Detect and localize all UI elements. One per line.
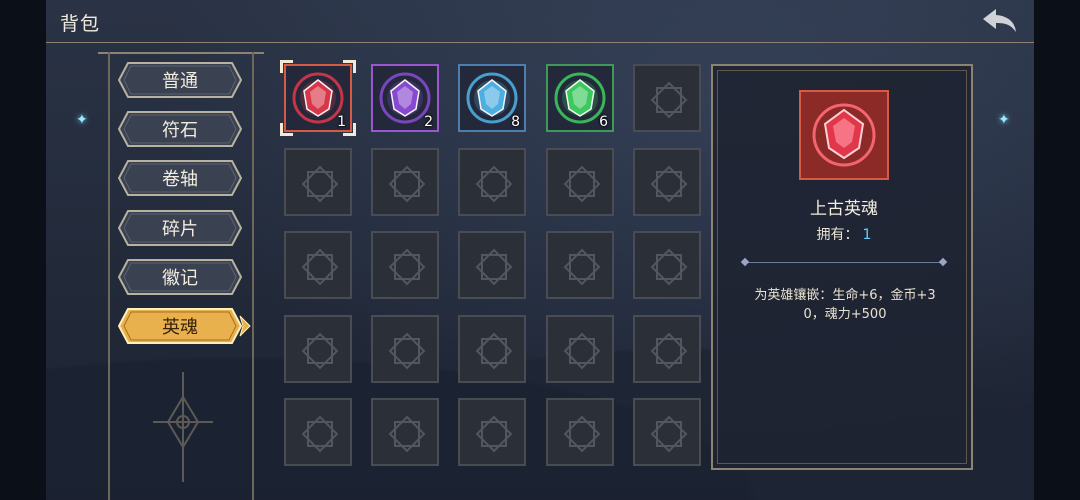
owned-value: 1 <box>862 227 872 243</box>
back-arrow-icon <box>983 9 1016 32</box>
back-button[interactable] <box>980 6 1020 36</box>
inventory-slot-item[interactable]: 8 <box>458 64 526 132</box>
inventory-slot-empty[interactable] <box>284 148 352 216</box>
sparkle-icon: ✦ <box>998 112 1010 128</box>
inventory-slot-empty[interactable] <box>546 148 614 216</box>
selection-corner <box>343 60 356 73</box>
menu-tab-label: 碎片 <box>162 219 198 240</box>
sparkle-icon: ✦ <box>76 112 88 128</box>
inventory-slot-empty[interactable] <box>633 231 701 299</box>
item-detail-panel: 上古英魂 拥有： 1 为英雄镶嵌：生命+6，金币+30，魂力+500 <box>711 64 973 470</box>
inventory-slot-empty[interactable] <box>546 231 614 299</box>
item-preview <box>799 90 889 180</box>
item-count: 6 <box>599 114 608 130</box>
divider <box>745 262 943 263</box>
menu-tab-2[interactable]: 符石 <box>118 111 242 147</box>
inventory-slot-empty[interactable] <box>371 315 439 383</box>
menu-tab-label: 普通 <box>162 71 198 92</box>
inventory-slot-empty[interactable] <box>371 148 439 216</box>
inventory-slot-empty[interactable] <box>284 315 352 383</box>
inventory-slot-empty[interactable] <box>633 315 701 383</box>
selection-corner <box>280 123 293 136</box>
owned-label: 拥有： <box>816 227 859 243</box>
item-name: 上古英魂 <box>810 199 878 219</box>
inventory-slot-empty[interactable] <box>458 315 526 383</box>
item-count: 8 <box>511 114 520 130</box>
inventory-slot-empty[interactable] <box>284 231 352 299</box>
menu-tab-label: 徽记 <box>162 268 198 289</box>
owned-count: 拥有： 1 <box>713 224 975 244</box>
ornament-icon <box>153 372 213 482</box>
item-count: 2 <box>424 114 433 130</box>
inventory-slot-item[interactable]: 2 <box>371 64 439 132</box>
menu-tab-6[interactable]: 英魂 <box>118 308 251 344</box>
menu-tab-3[interactable]: 卷轴 <box>118 160 242 196</box>
red-soul-gem-icon <box>812 103 876 167</box>
inventory-slot-empty[interactable] <box>546 398 614 466</box>
inventory-slot-empty[interactable] <box>546 315 614 383</box>
menu-tab-1[interactable]: 普通 <box>118 62 242 98</box>
inventory-slot-empty[interactable] <box>633 64 701 132</box>
inventory-slot-empty[interactable] <box>371 398 439 466</box>
inventory-slot-empty[interactable] <box>371 231 439 299</box>
selection-corner <box>280 60 293 73</box>
header-bar: 背包 <box>46 0 1034 43</box>
menu-tab-5[interactable]: 徽记 <box>118 259 242 295</box>
inventory-slot-item[interactable]: 1 <box>280 60 356 136</box>
menu-tab-label: 卷轴 <box>162 169 198 190</box>
menu-tab-label: 符石 <box>162 120 198 141</box>
inventory-slot-item[interactable]: 6 <box>546 64 614 132</box>
menu-tab-label: 英魂 <box>162 317 198 338</box>
selection-corner <box>343 123 356 136</box>
item-description: 为英雄镶嵌：生命+6，金币+30，魂力+500 <box>754 288 936 322</box>
page-title: 背包 <box>60 13 101 35</box>
inventory-slot-empty[interactable] <box>458 148 526 216</box>
inventory-slot-empty[interactable] <box>633 148 701 216</box>
inventory-slot-empty[interactable] <box>458 231 526 299</box>
inventory-slot-empty[interactable] <box>633 398 701 466</box>
menu-tab-4[interactable]: 碎片 <box>118 210 242 246</box>
inventory-slot-empty[interactable] <box>284 398 352 466</box>
inventory-slot-empty[interactable] <box>458 398 526 466</box>
